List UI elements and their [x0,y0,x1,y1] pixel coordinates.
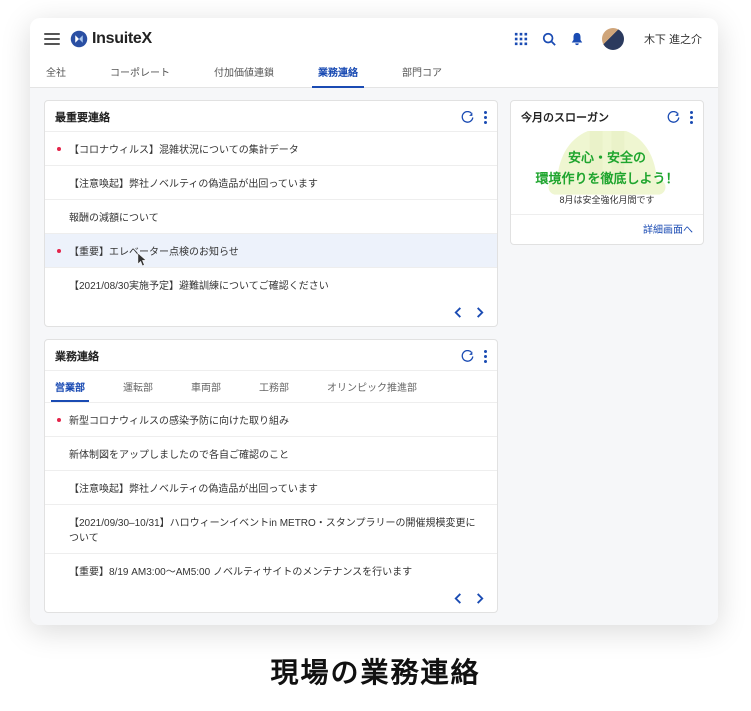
list-item[interactable]: 新体制図をアップしましたので各自ご確認のこと [45,436,497,470]
chevron-left-icon[interactable] [453,593,464,604]
list-item[interactable]: 【重要】エレベーター点検のお知らせ [45,233,497,267]
main-tab-0[interactable]: 全社 [46,56,66,87]
unread-dot-icon [57,249,61,253]
hamburger-menu-icon[interactable] [44,33,60,45]
gyomu-card: 業務連絡 営業部 運転部 車両部 工務部 オリンピック推進部 新型コロナウィルスの感染予… [44,339,498,613]
list-item[interactable]: 【重要】8/19 AM3:00〜AM5:00 ノベルティサイトのメンテナンスを行… [45,553,497,587]
unread-dot-icon [57,147,61,151]
refresh-icon[interactable] [461,350,474,363]
cursor-icon [137,252,148,267]
list-item-text: 新体制図をアップしましたので各自ご確認のこと [69,446,289,461]
slogan-line2: 環境作りを徹底しよう！ [519,168,695,187]
sub-tab-3[interactable]: 工務部 [259,371,289,402]
slogan-detail-link[interactable]: 詳細画面へ [511,214,703,244]
list-item-text: 【重要】8/19 AM3:00〜AM5:00 ノベルティサイトのメンテナンスを行… [69,563,412,578]
list-item[interactable]: 【コロナウィルス】混雑状況についての集計データ [45,131,497,165]
apps-grid-icon[interactable] [514,32,528,46]
list-item-text: 【重要】エレベーター点検のお知らせ [69,243,239,258]
sub-tab-0[interactable]: 営業部 [55,371,85,402]
main-tab-3[interactable]: 業務連絡 [318,56,358,87]
refresh-icon[interactable] [461,111,474,124]
main-tabs: 全社 コーポレート 付加価値連鎖 業務連絡 部門コア [30,56,718,88]
topbar-actions: 木下 進之介 [514,28,702,50]
list-item-text: 【注意喚起】弊社ノベルティの偽造品が出回っています [69,175,318,190]
topbar: InsuiteX 木下 進之介 [30,18,718,56]
brand-name: InsuiteX [92,30,152,48]
search-icon[interactable] [542,32,556,46]
list-item[interactable]: 【注意喚起】弊社ノベルティの偽造品が出回っています [45,470,497,504]
list-item-text: 【コロナウィルス】混雑状況についての集計データ [69,141,299,156]
content-area: 最重要連絡 【コロナウィルス】混雑状況についての集計データ【注意喚起】弊社ノベル… [30,88,718,625]
sub-tab-2[interactable]: 車両部 [191,371,221,402]
user-name: 木下 進之介 [644,31,702,47]
bell-icon[interactable] [570,32,584,46]
list-item[interactable]: 新型コロナウィルスの感染予防に向けた取り組み [45,402,497,436]
page-caption: 現場の業務連絡 [30,651,721,691]
list-item-text: 報酬の減額について [69,209,159,224]
refresh-icon[interactable] [667,111,680,124]
chevron-right-icon[interactable] [474,593,485,604]
more-icon[interactable] [484,350,487,363]
list-item[interactable]: 報酬の減額について [45,199,497,233]
more-icon[interactable] [484,111,487,124]
slogan-body: 安心・安全の 環境作りを徹底しよう！ 8月は安全強化月間です [511,131,703,214]
card-title: 最重要連絡 [55,109,461,125]
sub-tab-4[interactable]: オリンピック推進部 [327,371,417,402]
app-window: InsuiteX 木下 進之介 全社コーポレート付加価値連鎖業務連絡部門コア 最… [30,18,718,625]
list-item[interactable]: 【2021/09/30–10/31】ハロウィーンイベントin METRO・スタン… [45,504,497,553]
list-item[interactable]: 【2021/08/30実施予定】避難訓練についてご確認ください [45,267,497,301]
slogan-card: 今月のスローガン 安心・安全の 環境作りを徹底しよう！ 8月は安全強化月間です [510,100,704,245]
more-icon[interactable] [690,111,693,124]
avatar[interactable] [602,28,624,50]
list-item[interactable]: 【注意喚起】弊社ノベルティの偽造品が出回っています [45,165,497,199]
important-notices-card: 最重要連絡 【コロナウィルス】混雑状況についての集計データ【注意喚起】弊社ノベル… [44,100,498,327]
sub-tab-1[interactable]: 運転部 [123,371,153,402]
card-title: 業務連絡 [55,348,461,364]
unread-dot-icon [57,418,61,422]
list-item-text: 【2021/09/30–10/31】ハロウィーンイベントin METRO・スタン… [69,514,485,544]
logo-icon [70,30,88,48]
chevron-left-icon[interactable] [453,307,464,318]
main-tab-4[interactable]: 部門コア [402,56,442,87]
list-item-text: 【2021/08/30実施予定】避難訓練についてご確認ください [69,277,329,292]
card-title: 今月のスローガン [521,109,667,125]
brand-logo[interactable]: InsuiteX [70,30,152,48]
main-tab-2[interactable]: 付加価値連鎖 [214,56,274,87]
list-item-text: 【注意喚起】弊社ノベルティの偽造品が出回っています [69,480,318,495]
main-tab-1[interactable]: コーポレート [110,56,170,87]
chevron-right-icon[interactable] [474,307,485,318]
slogan-subtitle: 8月は安全強化月間です [519,193,695,206]
slogan-line1: 安心・安全の [519,147,695,166]
list-item-text: 新型コロナウィルスの感染予防に向けた取り組み [69,412,289,427]
